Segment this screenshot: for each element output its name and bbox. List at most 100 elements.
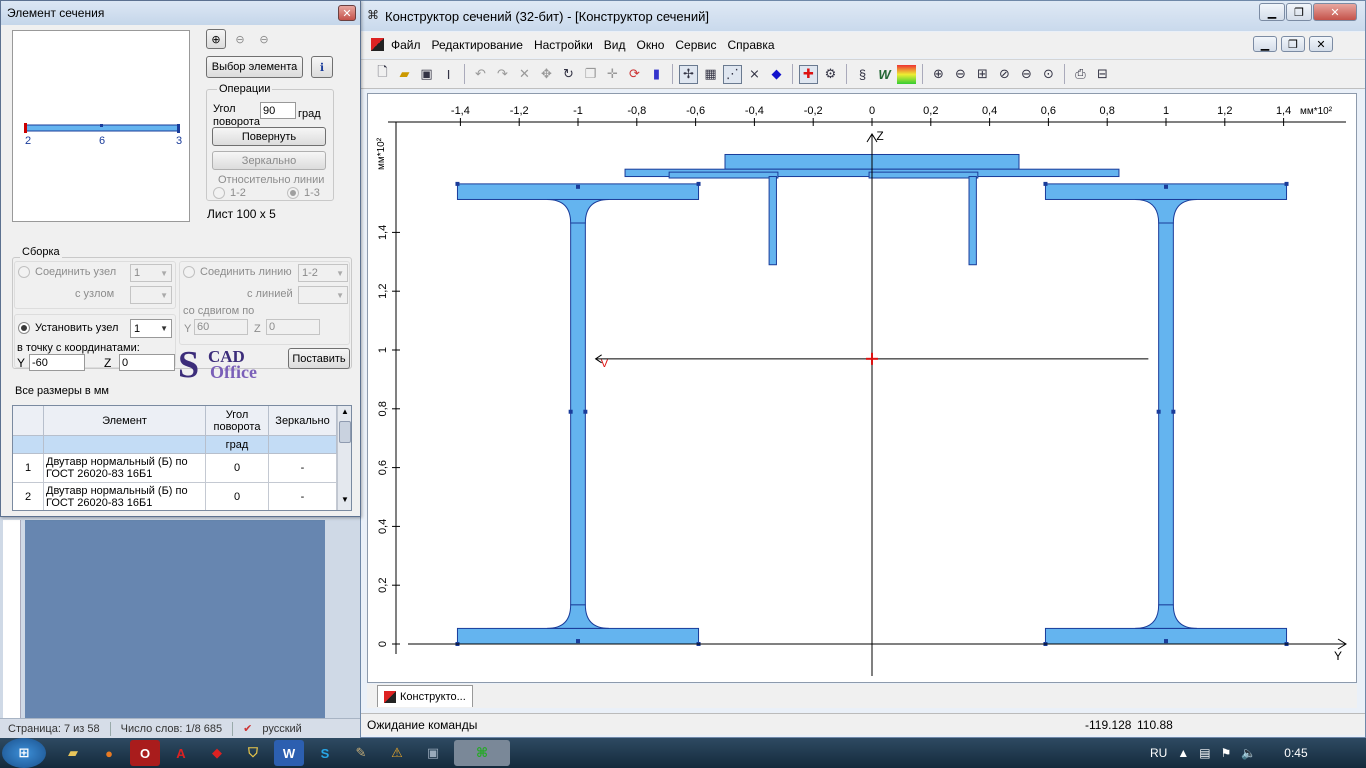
- colors-icon[interactable]: [897, 64, 916, 84]
- cross-nodes-icon[interactable]: ⨯: [745, 65, 764, 84]
- volume-icon[interactable]: 🔈: [1241, 746, 1256, 760]
- zoom-window-icon[interactable]: ⊞: [973, 65, 992, 84]
- spellcheck-icon[interactable]: ✔: [243, 722, 252, 735]
- table-cell-element[interactable]: Двутавр нормальный (Б) по ГОСТ 26020-83 …: [44, 454, 206, 483]
- table-cell-angle[interactable]: 0: [206, 483, 269, 510]
- zoom-prev-icon[interactable]: ⊘: [995, 65, 1014, 84]
- scroll-down-icon[interactable]: ▼: [339, 495, 351, 508]
- point-icon[interactable]: ◆: [767, 65, 786, 84]
- zoom-all-icon[interactable]: ⊖: [1017, 65, 1036, 84]
- word-language[interactable]: русский: [262, 723, 301, 735]
- menu-edit[interactable]: Редактирование: [432, 38, 523, 52]
- join-node-combo[interactable]: 1: [130, 264, 172, 282]
- tool-icon[interactable]: ✎: [346, 740, 376, 766]
- transform-icon[interactable]: ✛: [603, 65, 622, 84]
- rotate-button[interactable]: Повернуть: [212, 127, 326, 146]
- acrobat-icon[interactable]: A: [166, 740, 196, 766]
- preview-zoom-reset-button[interactable]: ⊖: [254, 29, 274, 49]
- table-scrollbar[interactable]: ▲ ▼: [337, 406, 351, 510]
- section-drawing[interactable]: -1,4 -1,2 -1 -0,8 -0,6 -0,4 -0,2 0 0,2 0,4 0,6 0,8 1…: [368, 94, 1356, 682]
- offset-z-input[interactable]: 0: [266, 319, 320, 335]
- word-page-count[interactable]: Страница: 7 из 58: [8, 723, 100, 735]
- place-button[interactable]: Поставить: [288, 348, 350, 369]
- line-1-2-radio[interactable]: [213, 187, 225, 199]
- preview-zoom-in-button[interactable]: ⊕: [206, 29, 226, 49]
- warning-app-icon[interactable]: ⚠: [382, 740, 412, 766]
- save-icon[interactable]: ▣: [417, 65, 436, 84]
- menu-file[interactable]: Файл: [391, 38, 421, 52]
- join-line-combo[interactable]: 1-2: [298, 264, 348, 282]
- refresh-icon[interactable]: ⟳: [625, 65, 644, 84]
- col-header-element[interactable]: Элемент: [44, 406, 206, 436]
- start-button[interactable]: ⊞: [2, 738, 46, 768]
- menu-view[interactable]: Вид: [604, 38, 626, 52]
- zoom-in-icon[interactable]: ⊕: [929, 65, 948, 84]
- skype-icon[interactable]: S: [310, 740, 340, 766]
- mirror-button[interactable]: Зеркально: [212, 151, 326, 170]
- word-word-count[interactable]: Число слов: 1/8 685: [121, 723, 223, 735]
- col-header-angle[interactable]: Угол поворота: [206, 406, 269, 436]
- calc-icon[interactable]: ⚙: [821, 65, 840, 84]
- join-node-radio[interactable]: [18, 266, 30, 278]
- delete-icon[interactable]: ✕: [515, 65, 534, 84]
- set-node-radio[interactable]: [18, 322, 30, 334]
- new-file-icon[interactable]: 🗋: [373, 64, 392, 84]
- join-line-radio[interactable]: [183, 266, 195, 278]
- w-icon[interactable]: W: [875, 65, 894, 84]
- info-button[interactable]: ℹ: [311, 56, 333, 78]
- open-folder-icon[interactable]: ▰: [395, 65, 414, 84]
- drawing-canvas[interactable]: -1,4 -1,2 -1 -0,8 -0,6 -0,4 -0,2 0 0,2 0,4 0,6 0,8 1…: [367, 93, 1357, 683]
- grid-icon[interactable]: ▦: [701, 65, 720, 84]
- tray-arrow-icon[interactable]: ▲: [1177, 746, 1189, 760]
- table-row-num[interactable]: 2: [13, 483, 44, 510]
- print-icon[interactable]: ⎙: [1071, 65, 1090, 84]
- table-row-num[interactable]: 1: [13, 454, 44, 483]
- with-node-combo[interactable]: [130, 286, 172, 304]
- minimize-button[interactable]: ▁: [1259, 3, 1285, 21]
- section-builder-taskbar-icon[interactable]: ⌘: [454, 740, 510, 766]
- device-icon[interactable]: ▣: [418, 740, 448, 766]
- section-icon[interactable]: Ι: [439, 65, 458, 84]
- zoom-out-icon[interactable]: ⊖: [951, 65, 970, 84]
- app-icon-shield[interactable]: ⛉: [238, 740, 268, 766]
- menu-help[interactable]: Справка: [727, 38, 774, 52]
- line-1-3-radio[interactable]: [287, 187, 299, 199]
- center-icon[interactable]: ✚: [799, 64, 818, 84]
- table-cell-angle[interactable]: 0: [206, 454, 269, 483]
- menu-settings[interactable]: Настройки: [534, 38, 593, 52]
- language-indicator[interactable]: RU: [1150, 746, 1167, 760]
- table-cell-mirror[interactable]: -: [269, 454, 337, 483]
- menu-service[interactable]: Сервис: [675, 38, 716, 52]
- geometry-icon[interactable]: §: [853, 65, 872, 84]
- table-cell-element[interactable]: Двутавр нормальный (Б) по ГОСТ 26020-83 …: [44, 483, 206, 510]
- with-line-combo[interactable]: [298, 286, 348, 304]
- zoom-fit-icon[interactable]: ⊙: [1039, 65, 1058, 84]
- move-icon[interactable]: ✥: [537, 65, 556, 84]
- scroll-up-icon[interactable]: ▲: [339, 407, 351, 420]
- explorer-icon[interactable]: ▰: [58, 740, 88, 766]
- maximize-button[interactable]: ❐: [1286, 3, 1312, 21]
- offset-y-input[interactable]: 60: [194, 319, 248, 335]
- report-icon[interactable]: ⊟: [1093, 65, 1112, 84]
- snap-icon[interactable]: ✢: [679, 64, 698, 84]
- table-cell-mirror[interactable]: -: [269, 483, 337, 510]
- firefox-icon[interactable]: ●: [94, 740, 124, 766]
- clock[interactable]: 0:45: [1284, 746, 1307, 760]
- tab-section-builder[interactable]: Конструкто...: [377, 685, 473, 707]
- nodes-icon[interactable]: ⋰: [723, 64, 742, 84]
- opera-icon[interactable]: O: [130, 740, 160, 766]
- mdi-close-button[interactable]: ✕: [1309, 36, 1333, 52]
- menu-window[interactable]: Окно: [637, 38, 665, 52]
- scad-icon[interactable]: ◆: [202, 740, 232, 766]
- rotate-tool-icon[interactable]: ↻: [559, 65, 578, 84]
- z-input[interactable]: 0: [119, 354, 175, 371]
- close-button[interactable]: ✕: [1313, 3, 1357, 21]
- redo-icon[interactable]: ↷: [493, 65, 512, 84]
- network-icon[interactable]: ▤: [1199, 746, 1210, 760]
- element-close-button[interactable]: ✕: [338, 5, 356, 21]
- word-icon[interactable]: W: [274, 740, 304, 766]
- y-input[interactable]: -60: [29, 354, 85, 371]
- col-header-mirror[interactable]: Зеркально: [269, 406, 337, 436]
- scroll-thumb[interactable]: [339, 421, 351, 443]
- undo-icon[interactable]: ↶: [471, 65, 490, 84]
